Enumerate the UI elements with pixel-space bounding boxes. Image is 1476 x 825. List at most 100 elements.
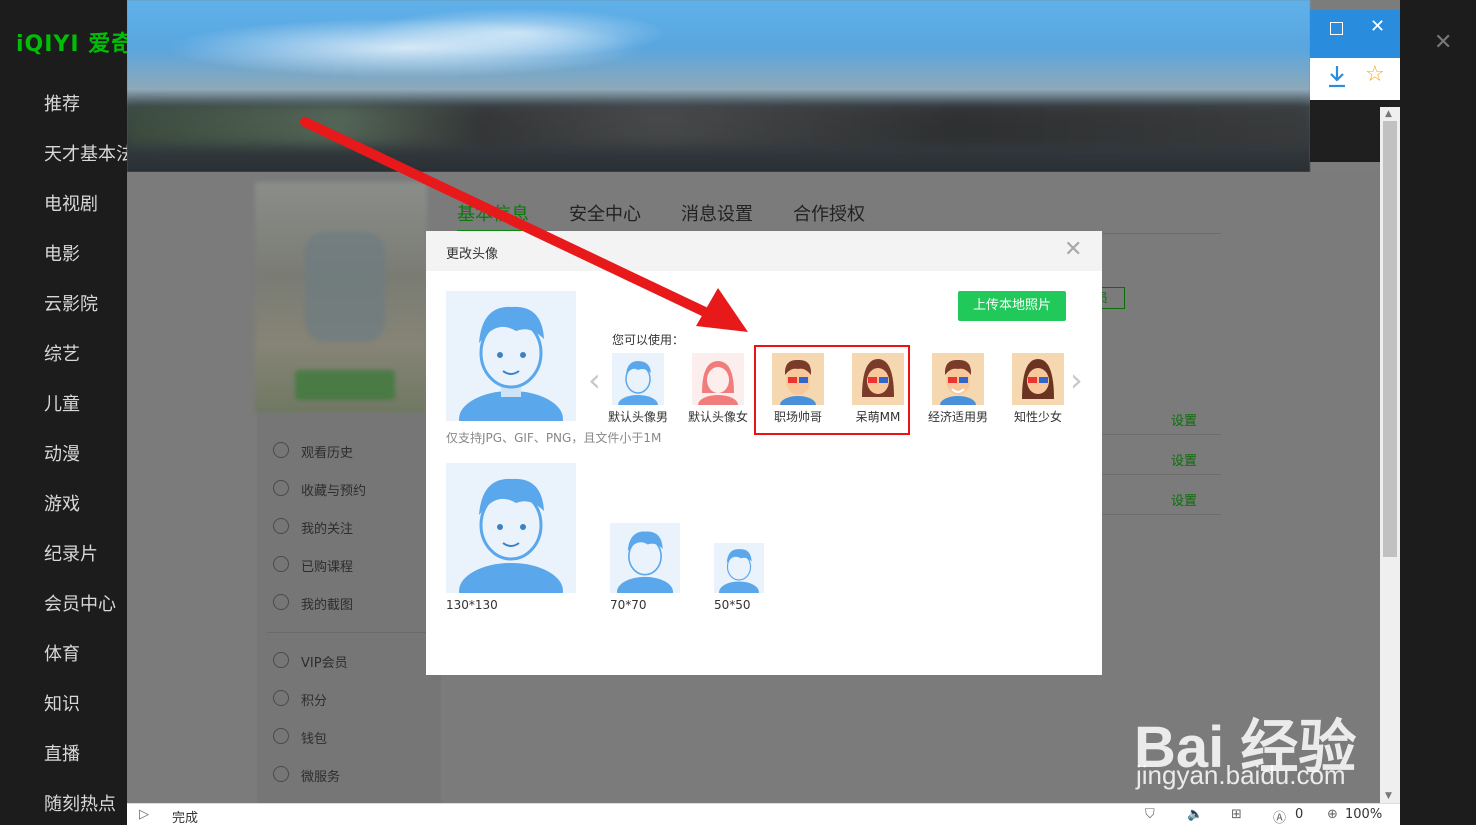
menu-item-following[interactable]: 我的关注	[273, 518, 353, 537]
nav-item-hot[interactable]: 随刻热点	[44, 790, 116, 816]
sidebar-toggle-icon[interactable]: ▷	[139, 807, 149, 822]
menu-item-favorites[interactable]: 收藏与预约	[273, 480, 366, 499]
watermark-url: jingyan.baidu.com	[1136, 760, 1346, 790]
preview-size-label: 50*50	[714, 598, 751, 612]
zoom-level[interactable]: 100%	[1345, 807, 1382, 822]
tab-authorization[interactable]: 合作授权	[793, 200, 865, 226]
row-divider	[1101, 474, 1221, 475]
avatar-option-practical-guy[interactable]	[932, 353, 984, 414]
nav-item-vip-center[interactable]: 会员中心	[44, 590, 116, 616]
nav-item-movie[interactable]: 电影	[44, 240, 80, 266]
default-female-avatar-icon	[692, 353, 744, 415]
default-male-avatar-icon	[617, 531, 673, 607]
avatar-label: 知性少女	[1013, 410, 1062, 424]
nav-item-sports[interactable]: 体育	[44, 640, 80, 666]
download-icon[interactable]	[1326, 64, 1348, 90]
app-right-panel: ✕	[1400, 0, 1476, 825]
nav-item-tv[interactable]: 电视剧	[44, 190, 98, 216]
account-menu: 观看历史 收藏与预约 我的关注 已购课程 我的截图 VIP会员 积分 钱包 微服…	[257, 414, 441, 804]
preview-50	[714, 543, 764, 603]
scroll-down-icon[interactable]: ▼	[1385, 791, 1392, 801]
camera-icon	[273, 594, 289, 610]
nav-item-live[interactable]: 直播	[44, 740, 80, 766]
nav-item-kids[interactable]: 儿童	[44, 390, 80, 416]
speaker-icon[interactable]: 🔈	[1187, 807, 1203, 822]
tab-security[interactable]: 安全中心	[569, 200, 641, 226]
practical-guy-avatar-icon	[932, 353, 984, 414]
nav-item-cloud-cinema[interactable]: 云影院	[44, 290, 98, 316]
row-divider	[1101, 434, 1221, 435]
current-avatar-preview	[446, 291, 576, 447]
wallet-icon	[273, 728, 289, 744]
menu-item-vip[interactable]: VIP会员	[273, 652, 348, 671]
baidu-watermark: Bai 经验 jingyan.baidu.com	[1130, 660, 1400, 790]
status-bar: ▷ 完成 ⛉ 🔈 ⊞ Ⓐ 0 ⊕ 100%	[127, 803, 1400, 825]
dialog-header: 更改头像 ✕	[426, 231, 1102, 271]
zoom-icon[interactable]: ⊕	[1327, 807, 1338, 822]
preview-130	[446, 463, 576, 619]
default-male-avatar-icon	[459, 306, 563, 447]
nav-item-variety[interactable]: 综艺	[44, 340, 80, 366]
menu-item-history[interactable]: 观看历史	[273, 442, 353, 461]
menu-item-screenshots[interactable]: 我的截图	[273, 594, 353, 613]
intellectual-girl-avatar-icon	[1012, 353, 1064, 405]
extension-icon[interactable]: ⊞	[1231, 807, 1242, 822]
blurred-banner	[127, 0, 1310, 172]
profile-picture-blurred	[255, 182, 427, 414]
shield-icon[interactable]: ⛉	[1145, 807, 1155, 822]
row-divider	[1101, 514, 1221, 515]
highlight-box	[754, 345, 910, 435]
menu-item-points[interactable]: 积分	[273, 690, 327, 709]
scroll-thumb[interactable]	[1383, 121, 1397, 557]
favorite-star-icon[interactable]: ☆	[1365, 62, 1385, 87]
scroll-up-icon[interactable]: ▲	[1385, 109, 1392, 119]
settings-link[interactable]: 设置	[1171, 490, 1197, 509]
preview-size-label: 130*130	[446, 598, 498, 612]
avatar-label: 经济适用男	[927, 410, 988, 424]
avatar-option-intellectual-girl[interactable]	[1012, 353, 1064, 405]
crown-icon	[273, 652, 289, 668]
dialog-title: 更改头像	[446, 247, 499, 262]
default-male-avatar-icon	[719, 549, 759, 603]
nav-item-anime[interactable]: 动漫	[44, 440, 80, 466]
nav-item-recommend[interactable]: 推荐	[44, 90, 80, 116]
nav-item-knowledge[interactable]: 知识	[44, 690, 80, 716]
tab-messages[interactable]: 消息设置	[681, 200, 753, 226]
eye-icon	[273, 518, 289, 534]
adblock-icon[interactable]: Ⓐ	[1273, 807, 1286, 825]
default-male-avatar-icon	[612, 353, 664, 415]
avatar-label: 默认头像男	[607, 410, 668, 424]
menu-item-services[interactable]: 微服务	[273, 766, 340, 785]
menu-divider	[267, 632, 427, 633]
upload-support-note: 仅支持JPG、GIF、PNG，且文件小于1M	[446, 431, 662, 445]
dialog-close-icon[interactable]: ✕	[1064, 237, 1082, 262]
settings-link[interactable]: 设置	[1171, 410, 1197, 429]
window-close-icon[interactable]: ✕	[1370, 16, 1385, 37]
carousel-prev-icon[interactable]: ‹	[588, 361, 601, 399]
menu-item-courses[interactable]: 已购课程	[273, 556, 353, 575]
preview-70	[610, 523, 680, 607]
settings-link[interactable]: 设置	[1171, 450, 1197, 469]
default-male-avatar-icon	[459, 478, 563, 619]
app-close-icon[interactable]: ✕	[1434, 30, 1452, 55]
dots-icon	[273, 766, 289, 782]
available-avatars-label: 您可以使用：	[612, 333, 685, 347]
tab-basic-info[interactable]: 基本信息	[457, 200, 529, 226]
nav-item-show[interactable]: 天才基本法	[44, 140, 134, 166]
status-text: 完成	[172, 811, 199, 825]
avatar-label: 默认头像女	[687, 410, 748, 424]
carousel-next-icon[interactable]: ›	[1070, 361, 1083, 399]
clock-icon	[273, 442, 289, 458]
points-icon	[273, 690, 289, 706]
ad-count: 0	[1295, 807, 1304, 822]
app-sidebar: iQIYI 爱奇艺 推荐 天才基本法 电视剧 电影 云影院 综艺 儿童 动漫 游…	[0, 0, 156, 825]
preview-size-label: 70*70	[610, 598, 647, 612]
nav-item-games[interactable]: 游戏	[44, 490, 80, 516]
avatar-option-default-male[interactable]	[612, 353, 664, 415]
maximize-icon[interactable]	[1330, 22, 1343, 35]
menu-item-wallet[interactable]: 钱包	[273, 728, 327, 747]
avatar-option-default-female[interactable]	[692, 353, 744, 415]
nav-item-documentary[interactable]: 纪录片	[44, 540, 98, 566]
change-avatar-dialog: 更改头像 ✕ 仅支持JPG、GIF、PNG，且文件小于1M 上传本地照片 您可以…	[426, 231, 1102, 675]
upload-photo-button[interactable]: 上传本地照片	[958, 291, 1066, 321]
